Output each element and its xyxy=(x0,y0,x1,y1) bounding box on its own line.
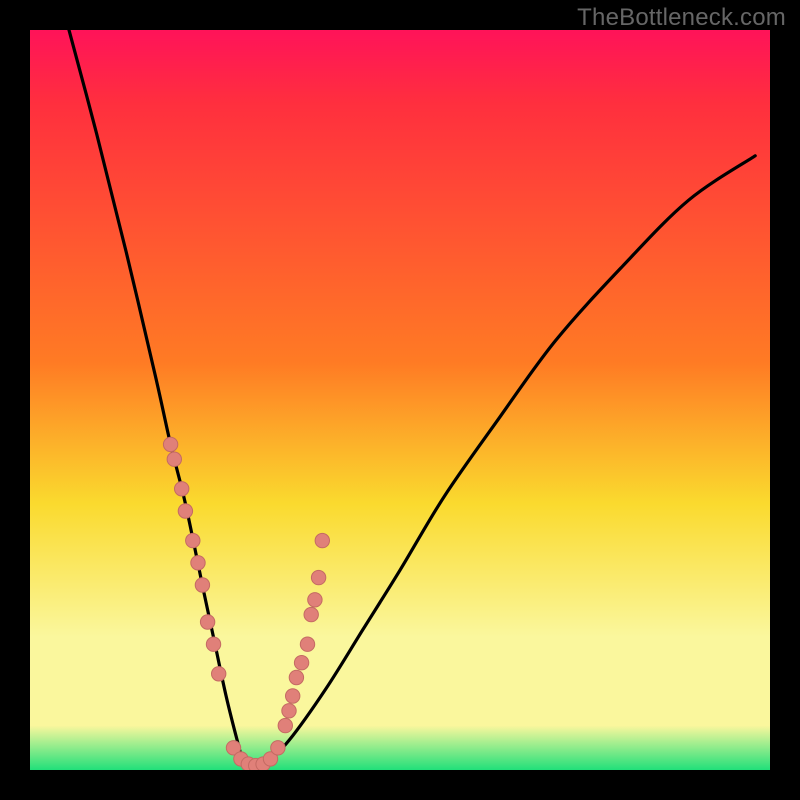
chart-plot-area xyxy=(30,30,770,770)
scatter-dot xyxy=(195,578,209,592)
scatter-dot xyxy=(308,593,322,607)
bottleneck-curve xyxy=(67,30,755,770)
scatter-dot xyxy=(200,615,214,629)
scatter-dot xyxy=(282,704,296,718)
scatter-dot xyxy=(163,437,177,451)
scatter-dot xyxy=(311,570,325,584)
scatter-dot xyxy=(294,656,308,670)
chart-svg xyxy=(30,30,770,770)
scatter-dot xyxy=(304,607,318,621)
scatter-dot xyxy=(186,533,200,547)
scatter-dot xyxy=(167,452,181,466)
scatter-dot xyxy=(289,670,303,684)
scatter-dot xyxy=(178,504,192,518)
chart-frame: TheBottleneck.com xyxy=(0,0,800,800)
scatter-dot xyxy=(175,482,189,496)
watermark-label: TheBottleneck.com xyxy=(577,4,786,32)
scatter-dot xyxy=(278,718,292,732)
scatter-dot xyxy=(212,667,226,681)
scatter-dot xyxy=(300,637,314,651)
scatter-dot xyxy=(271,741,285,755)
scatter-dot xyxy=(191,556,205,570)
scatter-dot xyxy=(286,689,300,703)
scatter-dot xyxy=(315,533,329,547)
scatter-dot xyxy=(206,637,220,651)
